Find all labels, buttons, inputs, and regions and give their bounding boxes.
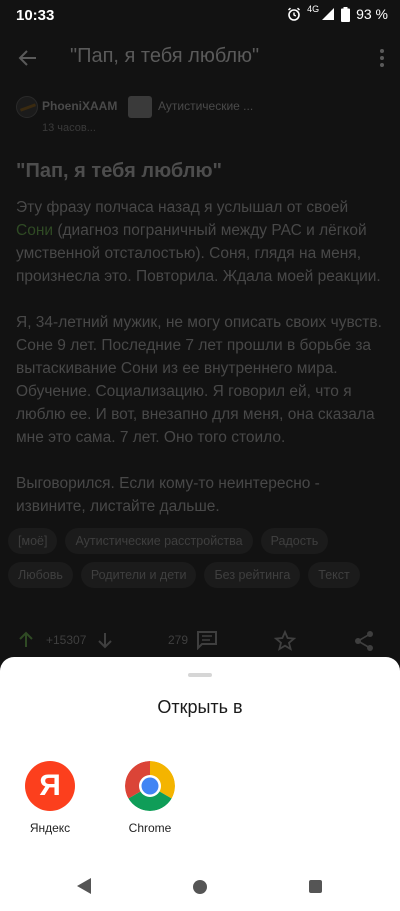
tag[interactable]: [моё] [8,528,58,554]
app-option-label: Яндекс [29,821,71,835]
share-icon[interactable] [354,630,374,652]
battery-icon [341,6,351,22]
post-time: 13 часов... [42,122,96,134]
status-bar: 10:33 4G 93 % [0,0,400,30]
star-icon[interactable] [274,630,296,652]
post-body: Эту фразу полчаса назад я услышал от сво… [16,196,388,541]
community-name[interactable]: Аутистические ... [158,99,253,113]
nav-home-icon[interactable] [193,880,207,894]
post-paragraph: Выговорился. Если кому-то неинтересно - … [16,475,320,515]
comments-count: 279 [168,633,189,647]
app-option-label: Chrome [128,821,172,835]
back-arrow-icon[interactable] [16,46,40,70]
status-icons: 4G 93 % [287,4,388,22]
tag[interactable]: Аутистические расстройства [65,528,253,554]
app-bar-title: "Пап, я тебя люблю" [70,45,260,67]
app-bar: "Пап, я тебя люблю" [0,30,400,86]
post-paragraph: Эту фразу полчаса назад я услышал от сво… [16,196,388,288]
highlighted-name-link[interactable]: Сони [16,222,53,239]
author-name[interactable]: PhoeniXAAM [42,99,117,113]
yandex-icon[interactable]: Я [25,761,75,811]
post-paragraph: Я, 34-летний мужик, не могу описать свои… [16,314,382,446]
more-vert-icon[interactable] [378,46,386,70]
open-in-chrome-option[interactable]: Chrome [110,761,190,835]
nav-recent-apps-icon[interactable] [309,880,322,893]
nav-back-icon[interactable] [76,877,92,895]
open-in-yandex-option[interactable]: Я Яндекс [10,761,90,835]
downvote-arrow-icon[interactable] [95,630,115,650]
rating-count: +15307 [46,633,87,647]
status-time: 10:33 [16,7,55,24]
text-span: Эту фразу полчаса назад я услышал от сво… [16,199,349,216]
network-type-label: 4G [307,4,320,14]
post-title: "Пап, я тебя люблю" [16,160,223,182]
battery-percent: 93 % [356,6,388,22]
system-nav-bar [0,857,400,911]
tag[interactable]: Без рейтинга [204,562,301,588]
post-action-bar: +15307 279 [0,620,400,660]
tag[interactable]: Радость [260,528,329,554]
tag[interactable]: Любовь [8,562,73,588]
post-meta: PhoeniXAAM Аутистические ... 13 часов... [16,96,386,136]
signal-icon [322,8,335,20]
sheet-drag-handle[interactable] [188,673,212,677]
open-with-bottom-sheet: Открыть в Я Яндекс Chrome [0,657,400,911]
upvote-arrow-icon[interactable] [16,630,36,650]
sheet-title: Открыть в [157,697,243,717]
comment-icon[interactable] [196,630,218,650]
tag[interactable]: Родители и дети [80,562,197,588]
tag[interactable]: Текст [308,562,360,588]
text-span: (диагноз пограничный между РАС и лёгкой … [16,222,381,285]
alarm-icon [288,7,301,21]
tag-list: [моё] Аутистические расстройства Радость… [8,528,392,588]
community-avatar[interactable] [128,96,152,118]
chrome-icon[interactable] [125,761,175,811]
author-avatar[interactable] [16,96,38,118]
